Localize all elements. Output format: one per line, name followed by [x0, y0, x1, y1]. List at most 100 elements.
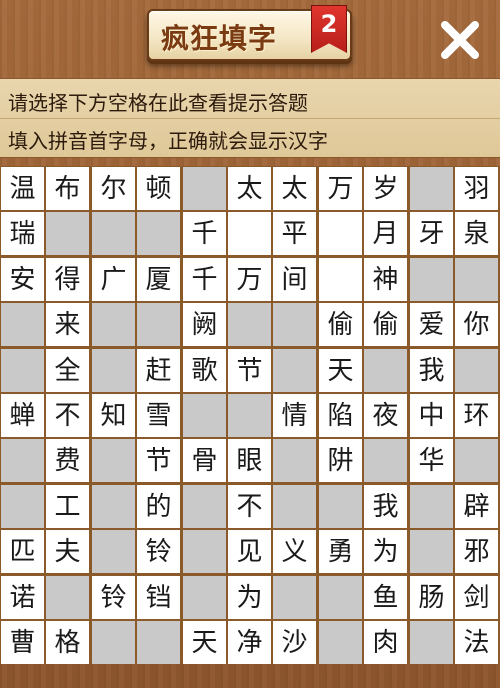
filled-cell[interactable]: 工: [46, 485, 89, 528]
filled-cell[interactable]: 辟: [455, 485, 498, 528]
empty-cell[interactable]: [273, 439, 316, 482]
filled-cell[interactable]: 羽: [455, 167, 498, 210]
empty-cell[interactable]: [137, 212, 180, 255]
filled-cell[interactable]: 环: [455, 394, 498, 437]
empty-cell[interactable]: [319, 485, 362, 528]
filled-cell[interactable]: 情: [273, 394, 316, 437]
filled-cell[interactable]: 勇: [319, 530, 362, 573]
filled-cell[interactable]: 偷: [319, 303, 362, 346]
filled-cell[interactable]: 邪: [455, 530, 498, 573]
filled-cell[interactable]: 中: [410, 394, 453, 437]
empty-cell[interactable]: [273, 576, 316, 619]
empty-cell[interactable]: [319, 621, 362, 664]
empty-cell[interactable]: [92, 485, 135, 528]
filled-cell[interactable]: 月: [364, 212, 407, 255]
filled-cell[interactable]: 知: [92, 394, 135, 437]
empty-cell[interactable]: [410, 621, 453, 664]
filled-cell[interactable]: 我: [410, 349, 453, 392]
filled-cell[interactable]: 厦: [137, 258, 180, 301]
filled-cell[interactable]: 沙: [273, 621, 316, 664]
filled-cell[interactable]: 来: [46, 303, 89, 346]
empty-cell[interactable]: [273, 349, 316, 392]
filled-cell[interactable]: 义: [273, 530, 316, 573]
filled-cell[interactable]: 华: [410, 439, 453, 482]
filled-cell[interactable]: 岁: [364, 167, 407, 210]
empty-cell[interactable]: [455, 349, 498, 392]
empty-cell[interactable]: [1, 303, 44, 346]
filled-cell[interactable]: 太: [228, 167, 271, 210]
filled-cell[interactable]: 我: [364, 485, 407, 528]
empty-cell[interactable]: [228, 303, 271, 346]
filled-cell[interactable]: 肠: [410, 576, 453, 619]
filled-cell[interactable]: 顿: [137, 167, 180, 210]
empty-cell[interactable]: [410, 167, 453, 210]
filled-cell[interactable]: 法: [455, 621, 498, 664]
filled-cell[interactable]: 天: [183, 621, 226, 664]
filled-cell[interactable]: 神: [364, 258, 407, 301]
filled-cell[interactable]: 净: [228, 621, 271, 664]
empty-cell[interactable]: [364, 349, 407, 392]
filled-cell[interactable]: 千: [183, 212, 226, 255]
filled-cell[interactable]: 阱: [319, 439, 362, 482]
filled-cell[interactable]: 全: [46, 349, 89, 392]
filled-cell[interactable]: 铛: [137, 576, 180, 619]
filled-cell[interactable]: 万: [228, 258, 271, 301]
filled-cell[interactable]: 节: [228, 349, 271, 392]
filled-cell[interactable]: 格: [46, 621, 89, 664]
empty-cell[interactable]: [137, 303, 180, 346]
filled-cell[interactable]: 为: [364, 530, 407, 573]
filled-cell[interactable]: 瑞: [1, 212, 44, 255]
filled-cell[interactable]: 骨: [183, 439, 226, 482]
filled-cell[interactable]: 节: [137, 439, 180, 482]
filled-cell[interactable]: 不: [228, 485, 271, 528]
filled-cell[interactable]: 广: [92, 258, 135, 301]
filled-cell[interactable]: 尔: [92, 167, 135, 210]
filled-cell[interactable]: 肉: [364, 621, 407, 664]
filled-cell[interactable]: 剑: [455, 576, 498, 619]
filled-cell[interactable]: 的: [137, 485, 180, 528]
empty-cell[interactable]: [92, 621, 135, 664]
filled-cell[interactable]: 温: [1, 167, 44, 210]
empty-cell[interactable]: [410, 530, 453, 573]
filled-cell[interactable]: 牙: [410, 212, 453, 255]
empty-cell[interactable]: [183, 576, 226, 619]
filled-cell[interactable]: 万: [319, 167, 362, 210]
filled-cell[interactable]: 蝉: [1, 394, 44, 437]
empty-cell[interactable]: [410, 258, 453, 301]
filled-cell[interactable]: 雪: [137, 394, 180, 437]
empty-cell[interactable]: [455, 439, 498, 482]
filled-cell[interactable]: 夫: [46, 530, 89, 573]
empty-cell[interactable]: [1, 349, 44, 392]
empty-cell[interactable]: [455, 258, 498, 301]
filled-cell[interactable]: 费: [46, 439, 89, 482]
filled-cell[interactable]: 泉: [455, 212, 498, 255]
empty-cell[interactable]: [319, 576, 362, 619]
empty-cell[interactable]: [228, 394, 271, 437]
empty-cell[interactable]: [1, 485, 44, 528]
filled-cell[interactable]: 匹: [1, 530, 44, 573]
filled-cell[interactable]: 布: [46, 167, 89, 210]
empty-cell[interactable]: [1, 439, 44, 482]
empty-cell[interactable]: [92, 349, 135, 392]
filled-cell[interactable]: 赶: [137, 349, 180, 392]
filled-cell[interactable]: 为: [228, 576, 271, 619]
empty-cell[interactable]: [92, 530, 135, 573]
filled-cell[interactable]: 不: [46, 394, 89, 437]
filled-cell[interactable]: 太: [273, 167, 316, 210]
empty-cell[interactable]: [92, 212, 135, 255]
empty-cell[interactable]: [364, 439, 407, 482]
empty-cell[interactable]: [46, 576, 89, 619]
empty-cell[interactable]: [183, 485, 226, 528]
empty-cell[interactable]: [273, 485, 316, 528]
filled-cell[interactable]: 眼: [228, 439, 271, 482]
filled-cell[interactable]: 得: [46, 258, 89, 301]
empty-cell[interactable]: [92, 439, 135, 482]
filled-cell[interactable]: 间: [273, 258, 316, 301]
close-button[interactable]: [438, 18, 482, 62]
filled-cell[interactable]: 见: [228, 530, 271, 573]
empty-cell[interactable]: [273, 303, 316, 346]
empty-cell[interactable]: [183, 394, 226, 437]
empty-cell[interactable]: [137, 621, 180, 664]
empty-cell[interactable]: [410, 485, 453, 528]
filled-cell[interactable]: 爱: [410, 303, 453, 346]
